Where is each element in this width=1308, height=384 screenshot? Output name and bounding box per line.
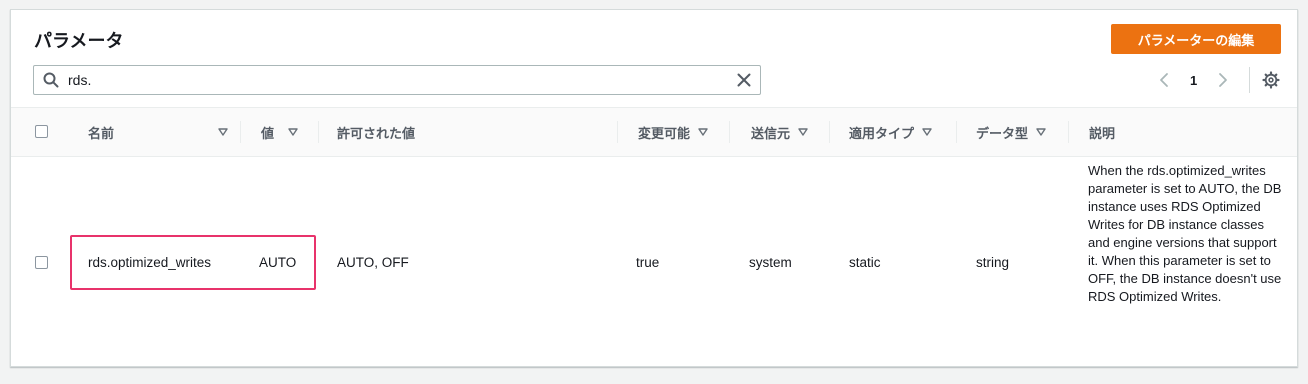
column-header-label: 送信元 — [751, 125, 791, 141]
sort-caret-icon[interactable] — [218, 128, 228, 136]
pagination: 1 — [1156, 67, 1280, 93]
column-header-description[interactable]: 説明 — [1089, 108, 1115, 156]
column-header-value[interactable]: 値 — [261, 108, 298, 156]
column-header-label: 説明 — [1089, 125, 1116, 141]
sort-caret-icon[interactable] — [288, 128, 298, 136]
panel-title: パラメータ — [34, 31, 124, 51]
column-divider — [729, 121, 730, 143]
pagination-divider — [1249, 67, 1251, 93]
search-field[interactable] — [33, 65, 761, 95]
cell-data-type: string — [976, 255, 1010, 270]
cell-apply-type: static — [849, 255, 881, 270]
cell-source: system — [749, 255, 792, 270]
gear-icon[interactable] — [1262, 71, 1280, 89]
parameters-panel: パラメータ パラメーターの編集 1 — [10, 9, 1298, 367]
column-header-apply-type[interactable]: 適用タイプ — [849, 108, 932, 156]
column-divider — [617, 121, 618, 143]
table-row[interactable]: rds.optimized_writes AUTO AUTO, OFF true… — [11, 157, 1297, 367]
column-header-label: 名前 — [88, 125, 115, 141]
page-number[interactable]: 1 — [1190, 73, 1197, 88]
sort-caret-icon[interactable] — [922, 128, 932, 136]
cell-modifiable: true — [636, 255, 660, 270]
search-icon — [43, 72, 59, 88]
search-input[interactable] — [68, 69, 708, 91]
highlight-annotation-box — [70, 235, 316, 290]
column-header-label: データ型 — [976, 125, 1029, 141]
chevron-left-icon[interactable] — [1156, 72, 1172, 88]
close-icon[interactable] — [736, 72, 752, 88]
cell-allowed-values: AUTO, OFF — [337, 255, 409, 270]
column-header-name[interactable]: 名前 — [88, 108, 228, 156]
sort-caret-icon[interactable] — [1036, 128, 1046, 136]
column-header-source[interactable]: 送信元 — [751, 108, 808, 156]
column-divider — [956, 121, 957, 143]
table-header: 名前 値 許可された値 変更可能 送信元 適用タイプ データ型 説明 — [11, 107, 1297, 157]
column-header-data-type[interactable]: データ型 — [976, 108, 1046, 156]
edit-parameters-button[interactable]: パラメーターの編集 — [1111, 24, 1281, 54]
column-divider — [240, 121, 241, 143]
column-divider — [1068, 121, 1069, 143]
column-header-label: 変更可能 — [638, 125, 691, 141]
column-header-label: 適用タイプ — [849, 125, 915, 141]
row-checkbox[interactable] — [35, 256, 48, 269]
column-divider — [829, 121, 830, 143]
sort-caret-icon[interactable] — [798, 128, 808, 136]
cell-description: When the rds.optimized_writes parameter … — [1088, 163, 1282, 304]
column-header-label: 許可された値 — [337, 125, 416, 141]
sort-caret-icon[interactable] — [698, 128, 708, 136]
column-divider — [318, 121, 319, 143]
chevron-right-icon[interactable] — [1215, 72, 1231, 88]
column-header-modifiable[interactable]: 変更可能 — [638, 108, 708, 156]
select-all-checkbox[interactable] — [35, 125, 48, 138]
column-header-label: 値 — [261, 125, 275, 141]
column-header-allowed-values[interactable]: 許可された値 — [337, 108, 415, 156]
